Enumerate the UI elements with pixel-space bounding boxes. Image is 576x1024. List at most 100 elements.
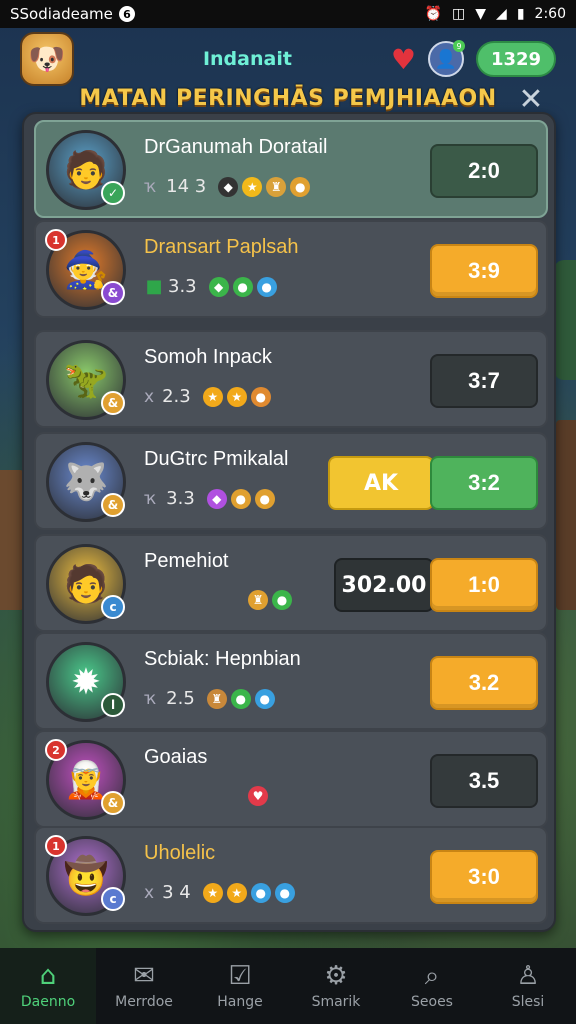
stat-prefix-icon: ҡ — [144, 488, 159, 509]
nav-item-inbox[interactable]: ☑ Hange — [192, 948, 288, 1024]
vibrate-icon: ◫ — [452, 6, 466, 22]
avatar-badge-icon: & — [101, 281, 125, 305]
gear-icon: ⚙ — [324, 961, 348, 991]
score-button[interactable]: 3:0 — [430, 850, 538, 904]
profile-badge: 9 — [453, 40, 465, 52]
avatar-character-icon: 🧑 — [63, 564, 109, 605]
avatar-character-icon: 🐺 — [63, 462, 109, 503]
helmet-icon: 🐶 — [28, 41, 66, 77]
leaderboard-panel: 🧑 ✓ DrGanumah Doratail ҡ 14 3 ◆ ★ ♜ ● 2:0 🧙 & 1 Drans… — [22, 112, 556, 932]
leaderboard-row[interactable]: 🧑 ✓ DrGanumah Doratail ҡ 14 3 ◆ ★ ♜ ● 2:0 — [34, 120, 548, 218]
nav-label: Slesi — [511, 994, 545, 1010]
avatar-character-icon: 🧙 — [63, 250, 109, 291]
score-button[interactable]: 2:0 — [430, 144, 538, 198]
gem-icon: ● — [250, 386, 271, 407]
bottom-nav: ⌂ Daenno ✉ Merrdoe ☑ Hange ⚙ Smarik ⌕ Seoes ♙ Slesi — [0, 948, 576, 1024]
gem-icon: ★ — [202, 386, 223, 407]
player-avatar[interactable]: ✹ l — [46, 642, 126, 722]
gem-icon: ● — [230, 688, 251, 709]
nav-label: Smarik — [311, 994, 361, 1010]
heart-icon[interactable]: ♥ — [391, 43, 416, 76]
gem-icon: ● — [274, 882, 295, 903]
player-avatar[interactable]: 🐺 & — [46, 442, 126, 522]
leaderboard-row[interactable]: 🧑 c Pemehiot ♜ ● 302.00 1:0 — [34, 534, 548, 632]
gem-icon: ★ — [226, 386, 247, 407]
leaderboard-row[interactable]: ✹ l Scbiak: Hepnbian ҡ 2.5 ♜ ● ● 3.2 — [34, 632, 548, 730]
inbox-icon: ☑ — [228, 961, 252, 991]
player-avatar[interactable]: 🐶 — [20, 32, 74, 86]
nav-label: Daenno — [20, 994, 76, 1010]
score-button[interactable]: 3:7 — [430, 354, 538, 408]
player-avatar[interactable]: 🦖 & — [46, 340, 126, 420]
rank-badge-icon: 1 — [45, 835, 67, 857]
status-app-name: SSodiadeame — [10, 5, 113, 23]
avatar-character-icon: 🧝 — [63, 760, 109, 801]
gem-icon: ◆ — [206, 488, 227, 509]
player-stats: ҡ 2.5 ♜ ● ● — [144, 688, 275, 709]
alarm-icon: ⏰ — [424, 6, 443, 22]
player-stats: ҡ 14 3 ◆ ★ ♜ ● — [144, 176, 311, 197]
profile-icon: 👤 — [434, 48, 458, 70]
leaderboard-row[interactable]: 🧝 & 2 Goaias ♥ 3.5 — [34, 730, 548, 828]
gem-icon: ● — [254, 488, 275, 509]
score-button[interactable]: 3.2 — [430, 656, 538, 710]
player-avatar[interactable]: 🧑 c — [46, 544, 126, 624]
score-button[interactable]: 3:2 — [430, 456, 538, 510]
gem-icon: ■ — [145, 275, 163, 297]
rank-badge-icon: 1 — [45, 229, 67, 251]
player-avatar[interactable]: 🧙 & 1 — [45, 229, 126, 310]
home-icon: ⌂ — [39, 961, 57, 991]
nav-item-gear[interactable]: ⚙ Smarik — [288, 948, 384, 1024]
stat-value: 14 3 — [166, 176, 207, 197]
nav-item-search[interactable]: ⌕ Seoes — [384, 948, 480, 1024]
nav-item-home[interactable]: ⌂ Daenno — [0, 948, 96, 1024]
mail-icon: ✉ — [133, 961, 155, 991]
player-name: DuGtrc Pmikalal — [144, 448, 289, 470]
avatar-badge-icon: & — [101, 493, 125, 517]
score-button[interactable]: 3.5 — [430, 754, 538, 808]
background-tree — [554, 260, 576, 380]
profile-button[interactable]: 👤 9 — [428, 40, 465, 77]
gem-icon: ◆ — [218, 176, 239, 197]
player-stats: ҡ 3.3 ◆ ● ● — [144, 488, 275, 509]
stat-value: 3.3 — [166, 488, 195, 509]
gem-icon: ● — [290, 176, 311, 197]
score-button[interactable]: 3:9 — [430, 244, 538, 298]
gem-icon: ★ — [226, 882, 247, 903]
stat-prefix-icon: x — [144, 386, 155, 407]
player-name: Scbiak: Hepnbian — [144, 648, 301, 670]
gem-icon: ★ — [242, 176, 263, 197]
stat-prefix-icon: x — [144, 882, 155, 903]
search-icon: ⌕ — [424, 961, 440, 991]
player-stats: ■ 3.3 ◆ ● ● — [144, 276, 277, 297]
leaderboard-row[interactable]: 🤠 c 1 Uholelic x 3 4 ★ ★ ● ● 3:0 — [34, 826, 548, 924]
player-avatar[interactable]: 🤠 c 1 — [45, 835, 126, 916]
avatar-character-icon: 🦖 — [63, 360, 109, 401]
player-avatar[interactable]: 🧑 ✓ — [46, 130, 126, 210]
extra-button[interactable]: 302.00 — [334, 558, 434, 612]
player-name: DrGanumah Doratail — [144, 136, 328, 158]
header-title: Indanait — [202, 48, 292, 70]
gem-icon: ♜ — [248, 590, 268, 610]
score-button[interactable]: 1:0 — [430, 558, 538, 612]
extra-button[interactable]: AK — [328, 456, 434, 510]
player-name: Dransart Paplsah — [144, 236, 299, 258]
stat-prefix-icon: ҡ — [144, 176, 159, 197]
nav-label: Merrdoe — [115, 994, 173, 1010]
status-bar: SSodiadeame 6 ⏰ ◫ ▼ ◢ ▮ 2:60 — [0, 0, 576, 28]
signal-icon: ◢ — [496, 6, 507, 22]
gem-icon: ● — [232, 276, 253, 297]
avatar-character-icon: 🧑 — [63, 150, 109, 191]
nav-item-profile[interactable]: ♙ Slesi — [480, 948, 576, 1024]
avatar-badge-icon: & — [101, 791, 125, 815]
leaderboard-row[interactable]: 🧙 & 1 Dransart Paplsah ■ 3.3 ◆ ● ● 3:9 — [34, 220, 548, 318]
leaderboard-row[interactable]: 🐺 & DuGtrc Pmikalal ҡ 3.3 ◆ ● ● AK 3:2 — [34, 432, 548, 530]
status-time: 2:60 — [534, 6, 566, 22]
nav-item-mail[interactable]: ✉ Merrdoe — [96, 948, 192, 1024]
coin-counter[interactable]: 1329 — [476, 41, 556, 77]
player-name: Pemehiot — [144, 550, 229, 572]
stat-value: 2.5 — [166, 688, 195, 709]
player-avatar[interactable]: 🧝 & 2 — [45, 739, 126, 820]
leaderboard-row[interactable]: 🦖 & Somoh Inpack x 2.3 ★ ★ ● 3:7 — [34, 330, 548, 428]
profile-icon: ♙ — [516, 961, 540, 991]
